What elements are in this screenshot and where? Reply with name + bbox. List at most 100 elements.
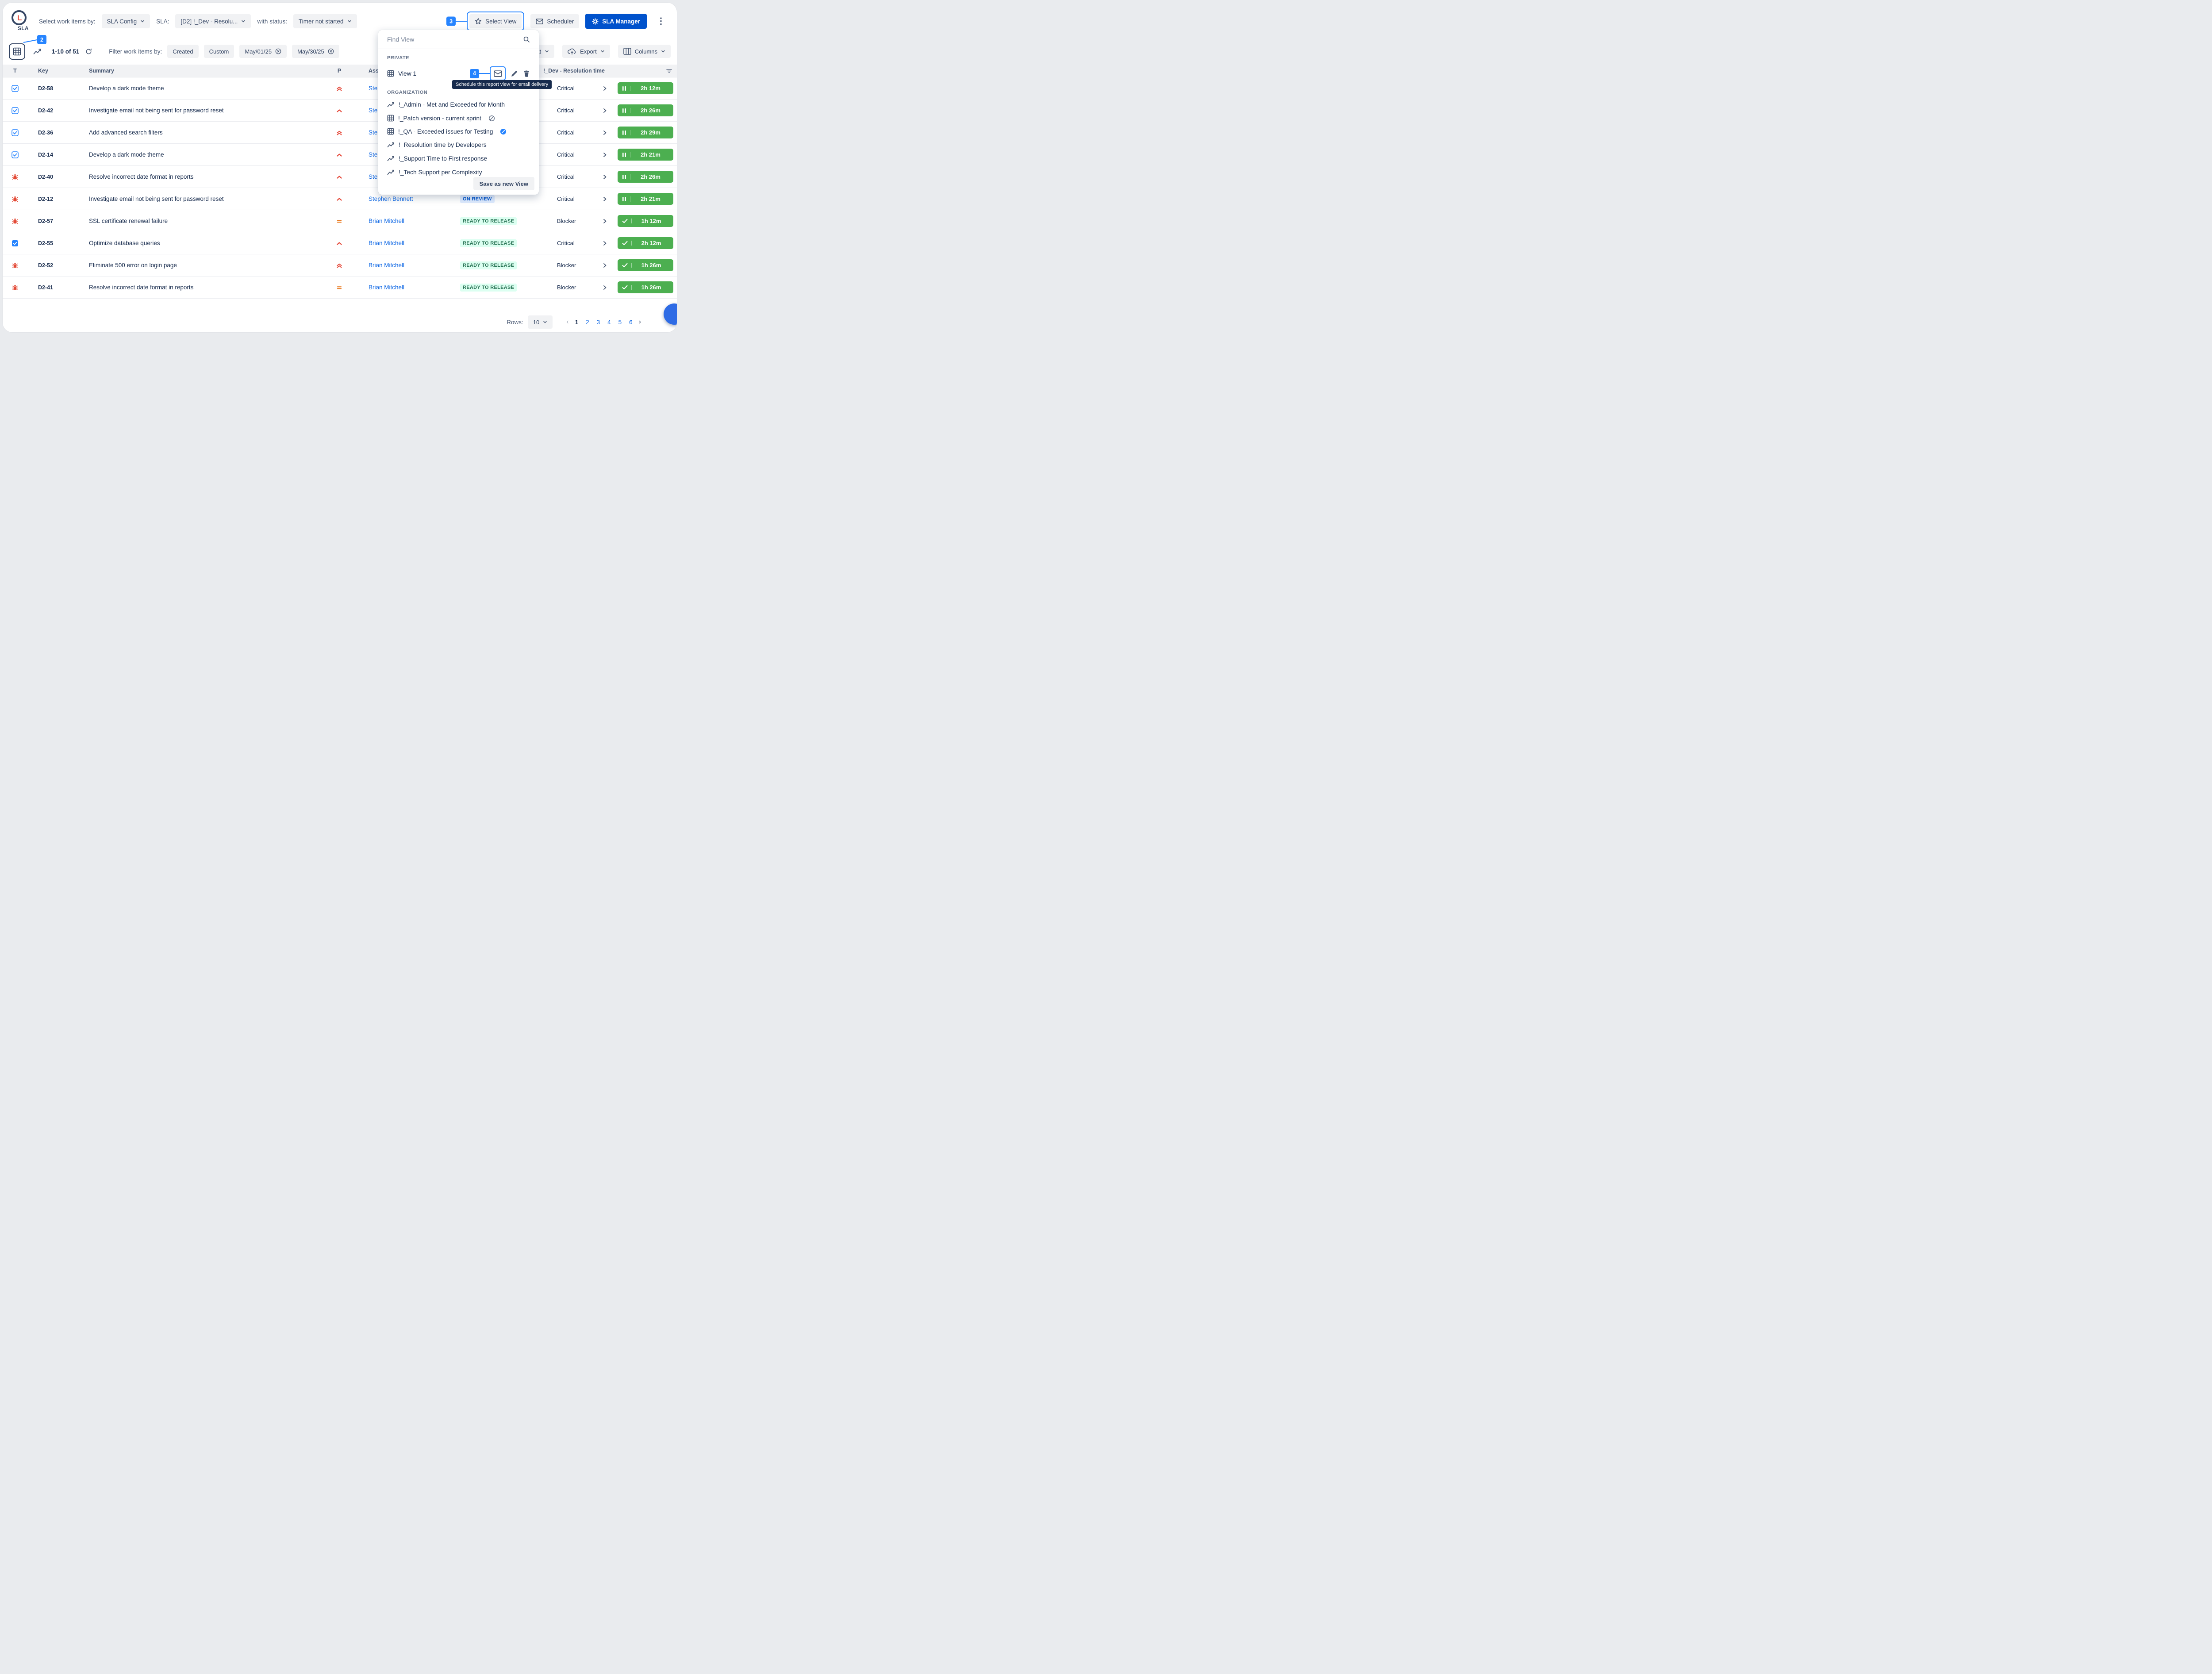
issue-summary[interactable]: Add advanced search filters	[78, 129, 326, 136]
table-row[interactable]: D2-57 SSL certificate renewal failure Br…	[3, 210, 677, 232]
expand-chevron-icon[interactable]	[602, 108, 607, 113]
sla-timer-chip[interactable]: 1h 26m	[618, 281, 673, 293]
issue-key[interactable]: D2-14	[27, 152, 78, 158]
sla-manager-button[interactable]: SLA Manager	[585, 14, 647, 29]
header-summary[interactable]: Summary	[78, 68, 326, 74]
assignee-link[interactable]: Brian Mitchell	[353, 284, 439, 291]
issue-key[interactable]: D2-41	[27, 284, 78, 291]
edit-view-icon[interactable]	[511, 70, 518, 77]
column-filter-icon[interactable]	[666, 68, 672, 74]
sla-timer-chip[interactable]: 2h 21m	[618, 193, 673, 205]
date-from-chip[interactable]: May/01/25	[239, 45, 287, 58]
organization-view-item[interactable]: !_Resolution time by Developers	[378, 138, 539, 152]
custom-filter-button[interactable]: Custom	[204, 45, 234, 58]
issue-key[interactable]: D2-12	[27, 196, 78, 202]
sla-timer-chip[interactable]: 2h 26m	[618, 104, 673, 116]
expand-chevron-icon[interactable]	[602, 152, 607, 157]
view-search[interactable]	[378, 30, 539, 49]
status-filter-dropdown[interactable]: Timer not started	[293, 14, 357, 28]
page-number[interactable]: 3	[595, 318, 602, 326]
sla-timer-chip[interactable]: 1h 26m	[618, 259, 673, 271]
page-number[interactable]: 6	[628, 318, 634, 326]
table-row[interactable]: D2-40 Resolve incorrect date format in r…	[3, 166, 677, 188]
export-dropdown[interactable]: Export	[562, 45, 610, 58]
issue-summary[interactable]: Resolve incorrect date format in reports	[78, 173, 326, 180]
sla-timer-chip[interactable]: 2h 21m	[618, 149, 673, 161]
expand-chevron-icon[interactable]	[602, 241, 607, 246]
issue-summary[interactable]: Investigate email not being sent for pas…	[78, 196, 326, 202]
more-menu-button[interactable]: ⋮	[653, 16, 669, 27]
delete-view-icon[interactable]	[523, 70, 530, 77]
expand-chevron-icon[interactable]	[602, 130, 607, 135]
organization-view-item[interactable]: !_QA - Exceeded issues for Testing	[378, 125, 539, 138]
sla-dropdown[interactable]: [D2] !_Dev - Resolu...	[175, 14, 251, 28]
organization-view-item[interactable]: !_Support Time to First response	[378, 152, 539, 165]
issue-summary[interactable]: Eliminate 500 error on login page	[78, 262, 326, 269]
expand-chevron-icon[interactable]	[602, 196, 607, 202]
scheduler-button[interactable]: Scheduler	[530, 14, 579, 28]
issue-summary[interactable]: SSL certificate renewal failure	[78, 218, 326, 224]
issue-key[interactable]: D2-42	[27, 108, 78, 114]
issue-summary[interactable]: Resolve incorrect date format in reports	[78, 284, 326, 291]
table-row[interactable]: D2-55 Optimize database queries Brian Mi…	[3, 232, 677, 254]
page-number[interactable]: 5	[617, 318, 623, 326]
chart-view-toggle[interactable]	[31, 45, 44, 58]
rows-per-page-dropdown[interactable]: 10	[528, 315, 553, 329]
sla-timer-chip[interactable]: 2h 29m	[618, 127, 673, 138]
issue-summary[interactable]: Develop a dark mode theme	[78, 151, 326, 158]
timer-cell: 1h 26m	[616, 281, 677, 293]
issue-summary[interactable]: Optimize database queries	[78, 240, 326, 246]
header-priority[interactable]: P	[326, 68, 353, 74]
table-row[interactable]: D2-42 Investigate email not being sent f…	[3, 100, 677, 122]
schedule-email-icon[interactable]	[494, 70, 502, 77]
table-row[interactable]: D2-41 Resolve incorrect date format in r…	[3, 276, 677, 299]
table-row[interactable]: D2-52 Eliminate 500 error on login page …	[3, 254, 677, 276]
save-as-new-view-button[interactable]: Save as new View	[473, 177, 534, 190]
issue-key[interactable]: D2-55	[27, 240, 78, 246]
sla-timer-chip[interactable]: 1h 12m	[618, 215, 673, 227]
table-row[interactable]: D2-58 Develop a dark mode theme Stephen …	[3, 77, 677, 100]
organization-view-item[interactable]: !_Admin - Met and Exceeded for Month	[378, 98, 539, 111]
clear-date-icon[interactable]	[275, 48, 281, 54]
page-number[interactable]: 2	[584, 318, 591, 326]
created-filter-button[interactable]: Created	[167, 45, 198, 58]
next-page-button[interactable]: ›	[637, 317, 642, 327]
sla-config-dropdown[interactable]: SLA Config	[102, 14, 150, 28]
columns-dropdown[interactable]: Columns	[618, 45, 671, 58]
prev-page-button[interactable]: ‹	[565, 317, 570, 327]
sla-timer-chip[interactable]: 2h 12m	[618, 237, 673, 249]
table-view-toggle[interactable]	[9, 43, 25, 60]
assignee-link[interactable]: Stephen Bennett	[353, 196, 439, 202]
expand-chevron-icon[interactable]	[602, 263, 607, 268]
issue-summary[interactable]: Investigate email not being sent for pas…	[78, 107, 326, 114]
header-key[interactable]: Key	[27, 68, 78, 74]
header-type[interactable]: T	[3, 68, 27, 74]
table-row[interactable]: D2-36 Add advanced search filters Stephe…	[3, 122, 677, 144]
view-search-input[interactable]	[387, 36, 523, 43]
issue-key[interactable]: D2-36	[27, 130, 78, 136]
organization-view-item[interactable]: !_Patch version - current sprint	[378, 111, 539, 125]
page-number[interactable]: 4	[606, 318, 612, 326]
date-to-chip[interactable]: May/30/25	[292, 45, 339, 58]
table-row[interactable]: D2-14 Develop a dark mode theme Stephen …	[3, 144, 677, 166]
issue-summary[interactable]: Develop a dark mode theme	[78, 85, 326, 92]
expand-chevron-icon[interactable]	[602, 86, 607, 91]
clear-date-icon[interactable]	[328, 48, 334, 54]
sla-timer-chip[interactable]: 2h 26m	[618, 171, 673, 183]
issue-key[interactable]: D2-52	[27, 262, 78, 269]
table-row[interactable]: D2-12 Investigate email not being sent f…	[3, 188, 677, 210]
assignee-link[interactable]: Brian Mitchell	[353, 262, 439, 269]
page-number[interactable]: 1	[574, 318, 580, 326]
expand-chevron-icon[interactable]	[602, 219, 607, 224]
assignee-link[interactable]: Brian Mitchell	[353, 240, 439, 246]
expand-chevron-icon[interactable]	[602, 285, 607, 290]
expand-chevron-icon[interactable]	[602, 174, 607, 180]
issue-key[interactable]: D2-58	[27, 85, 78, 92]
issue-key[interactable]: D2-57	[27, 218, 78, 224]
refresh-icon[interactable]	[84, 47, 93, 56]
assignee-link[interactable]: Brian Mitchell	[353, 218, 439, 224]
issue-key[interactable]: D2-40	[27, 174, 78, 180]
header-sla-column[interactable]: !_Dev - Resolution time	[525, 68, 677, 74]
sla-timer-chip[interactable]: 2h 12m	[618, 82, 673, 94]
select-view-button[interactable]: Select View	[469, 14, 522, 28]
